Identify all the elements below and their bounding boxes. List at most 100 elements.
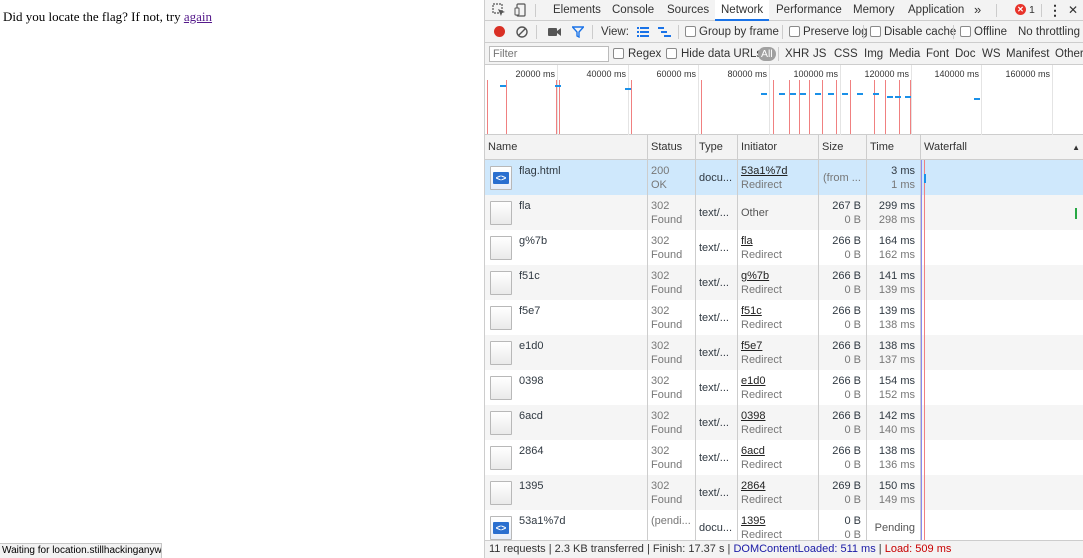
request-name-cell[interactable]: f5e7 [485,300,648,335]
filter-type-js[interactable]: JS [813,43,826,65]
column-header-size[interactable]: Size [819,135,867,160]
initiator-link[interactable]: f51c [741,305,762,317]
request-initiator-cell[interactable]: e1d0 Redirect [738,370,819,405]
request-initiator-cell[interactable]: fla Redirect [738,230,819,265]
filter-type-other[interactable]: Other [1055,43,1083,65]
preserve-log-checkbox[interactable] [789,26,800,37]
request-initiator-cell[interactable]: 2864 Redirect [738,475,819,510]
tab-console[interactable]: Console [606,0,660,21]
tab-memory[interactable]: Memory [847,0,901,21]
offline-label[interactable]: Offline [974,21,1007,43]
request-row[interactable]: 6acd 302 Found text/... 0398 Redirect 266 B 0 B… [485,405,1083,440]
request-initiator-cell[interactable]: 0398 Redirect [738,405,819,440]
network-overview-timeline[interactable]: 20000 ms 40000 ms 60000 ms 80000 ms 1000… [485,65,1083,135]
column-header-waterfall[interactable]: Waterfall ▲ [921,135,1083,160]
request-initiator-cell[interactable]: 6acd Redirect [738,440,819,475]
filter-type-img[interactable]: Img [864,43,883,65]
request-row[interactable]: 2864 302 Found text/... 6acd Redirect 266 B 0 B… [485,440,1083,475]
offline-checkbox[interactable] [960,26,971,37]
request-name-cell[interactable]: 0398 [485,370,648,405]
request-row[interactable]: f5e7 302 Found text/... f51c Redirect 266 B 0 B… [485,300,1083,335]
request-row[interactable]: <> flag.html 200 OK docu... 53a1%7d Redirect (f… [485,160,1083,195]
request-name-cell[interactable]: 2864 [485,440,648,475]
request-name-cell[interactable]: fla [485,195,648,230]
regex-checkbox[interactable] [613,48,624,59]
hide-data-urls-label[interactable]: Hide data URLs [681,43,762,65]
filter-type-media[interactable]: Media [889,43,920,65]
again-link[interactable]: again [184,9,212,24]
request-row[interactable]: e1d0 302 Found text/... f5e7 Redirect 266 B 0 B… [485,335,1083,370]
request-initiator-cell[interactable]: g%7b Redirect [738,265,819,300]
regex-label[interactable]: Regex [628,43,661,65]
group-by-frame-label[interactable]: Group by frame [699,21,779,43]
filter-type-xhr[interactable]: XHR [785,43,809,65]
initiator-link[interactable]: g%7b [741,270,769,282]
request-row[interactable]: fla 302 Found text/... Other 267 B0 B 299 ms 29… [485,195,1083,230]
request-latency: 1 ms [891,179,915,191]
network-request-list[interactable]: <> flag.html 200 OK docu... 53a1%7d Redirect (f… [485,160,1083,540]
throttling-select[interactable]: No throttling [1018,21,1080,43]
initiator-link[interactable]: fla [741,235,753,247]
request-name-cell[interactable]: <> 53a1%7d [485,510,648,540]
error-count[interactable]: 1 [1029,0,1035,20]
hide-data-urls-checkbox[interactable] [666,48,677,59]
initiator-link[interactable]: f5e7 [741,340,762,352]
tab-sources[interactable]: Sources [661,0,715,21]
request-initiator-cell[interactable]: f51c Redirect [738,300,819,335]
request-row[interactable]: 0398 302 Found text/... e1d0 Redirect 266 B 0 B… [485,370,1083,405]
request-row[interactable]: 1395 302 Found text/... 2864 Redirect 269 B 0 B… [485,475,1083,510]
disable-cache-label[interactable]: Disable cache [884,21,956,43]
device-toolbar-icon[interactable] [514,3,528,17]
tab-application[interactable]: Application [902,0,970,21]
inspect-element-icon[interactable] [492,3,506,17]
tab-network[interactable]: Network [715,0,770,21]
request-name-cell[interactable]: f51c [485,265,648,300]
initiator-link[interactable]: 53a1%7d [741,165,788,177]
column-header-name[interactable]: Name [485,135,648,160]
initiator-link[interactable]: e1d0 [741,375,765,387]
initiator-link[interactable]: 6acd [741,445,765,457]
request-initiator-cell[interactable]: 1395 Redirect [738,510,819,540]
request-name-cell[interactable]: 6acd [485,405,648,440]
close-devtools-icon[interactable]: ✕ [1068,0,1078,20]
filter-type-manifest[interactable]: Manifest [1006,43,1049,65]
clear-icon[interactable] [516,26,528,38]
initiator-link[interactable]: 2864 [741,480,765,492]
file-icon [490,236,512,260]
tab-performance[interactable]: Performance [770,0,848,21]
filter-type-doc[interactable]: Doc [955,43,975,65]
filter-input[interactable] [489,46,609,62]
large-rows-icon[interactable] [637,27,649,37]
request-name-cell[interactable]: e1d0 [485,335,648,370]
more-tabs-button[interactable]: » [968,0,987,21]
filter-type-font[interactable]: Font [926,43,949,65]
filter-type-ws[interactable]: WS [982,43,1001,65]
disable-cache-checkbox[interactable] [870,26,881,37]
column-header-status[interactable]: Status [648,135,696,160]
filter-icon[interactable] [572,26,584,38]
customize-menu-icon[interactable]: ⋮ [1048,0,1062,20]
column-header-type[interactable]: Type [696,135,738,160]
request-initiator-cell[interactable]: f5e7 Redirect [738,335,819,370]
request-name-cell[interactable]: 1395 [485,475,648,510]
request-row[interactable]: <> 53a1%7d (pendi... docu... 1395 Redirect 0 B… [485,510,1083,540]
column-header-time[interactable]: Time [867,135,921,160]
column-header-initiator[interactable]: Initiator [738,135,819,160]
record-button-icon[interactable] [494,26,505,37]
group-by-frame-checkbox[interactable] [685,26,696,37]
preserve-log-label[interactable]: Preserve log [803,21,868,43]
tab-elements[interactable]: Elements [547,0,607,21]
error-icon[interactable]: ✕ [1015,4,1026,15]
request-row[interactable]: f51c 302 Found text/... g%7b Redirect 266 B 0 B… [485,265,1083,300]
file-icon [490,481,512,505]
screenshot-capture-icon[interactable] [548,27,561,37]
initiator-link[interactable]: 1395 [741,515,765,527]
request-initiator-cell[interactable]: 53a1%7d Redirect [738,160,819,195]
filter-all-pill[interactable]: All [758,47,776,61]
request-name-cell[interactable]: g%7b [485,230,648,265]
waterfall-overview-icon[interactable] [658,27,671,37]
initiator-link[interactable]: 0398 [741,410,765,422]
request-row[interactable]: g%7b 302 Found text/... fla Redirect 266 B 0 B 1… [485,230,1083,265]
filter-type-css[interactable]: CSS [834,43,858,65]
request-name-cell[interactable]: <> flag.html [485,160,648,195]
